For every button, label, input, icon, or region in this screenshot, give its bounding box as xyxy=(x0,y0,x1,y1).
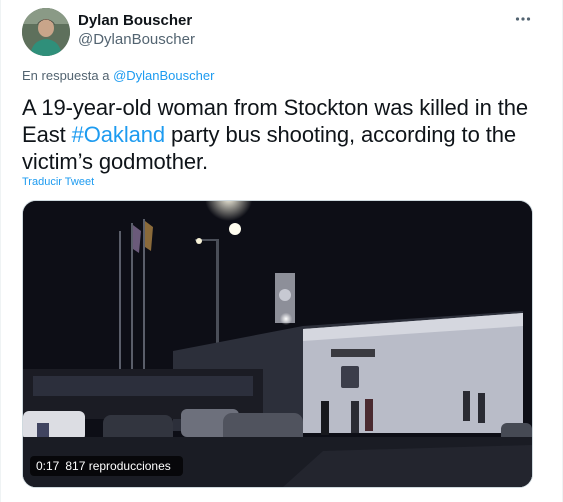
reply-prefix: En respuesta a xyxy=(22,68,110,83)
reply-mention-link[interactable]: @DylanBouscher xyxy=(113,68,214,83)
video-views: 817 reproducciones xyxy=(65,459,171,473)
video-badge: 0:17 817 reproducciones xyxy=(30,456,183,476)
avatar[interactable] xyxy=(22,8,70,56)
avatar-image xyxy=(22,8,70,56)
author-name[interactable]: Dylan Bouscher xyxy=(78,12,192,29)
translate-tweet-link[interactable]: Traducir Tweet xyxy=(22,176,94,188)
video-player[interactable] xyxy=(22,200,533,488)
video-time: 0:17 xyxy=(36,459,60,473)
tweet-text: A 19-year-old woman from Stockton was ki… xyxy=(22,94,547,175)
reply-context: En respuesta a @DylanBouscher xyxy=(22,68,214,83)
more-horizontal-icon[interactable] xyxy=(515,16,531,22)
video-thumbnail xyxy=(23,201,532,487)
hashtag-link[interactable]: #Oakland xyxy=(72,122,165,147)
author-handle[interactable]: @DylanBouscher xyxy=(78,31,195,48)
frame-border-left xyxy=(0,0,1,502)
